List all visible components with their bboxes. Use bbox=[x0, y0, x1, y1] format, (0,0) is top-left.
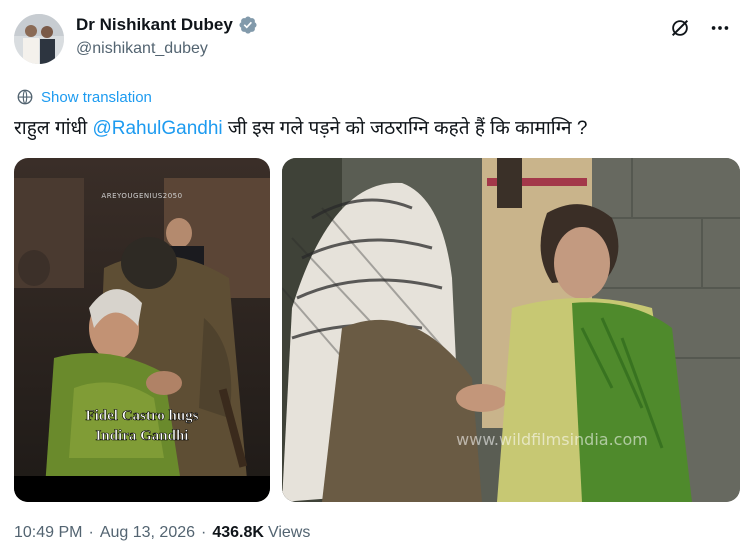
show-translation-label[interactable]: Show translation bbox=[41, 89, 152, 106]
tweet-meta: 10:49 PM · Aug 13, 2026 · 436.8K Views bbox=[14, 524, 310, 542]
media-image-1[interactable]: AREYOUGENIUS2050 Fidel Castro hugs Indir… bbox=[14, 158, 270, 502]
verified-badge-icon[interactable] bbox=[238, 15, 258, 35]
translate-globe-icon bbox=[17, 89, 33, 105]
tweet-text: राहुल गांधी @RahulGandhi जी इस गले पड़ने… bbox=[14, 116, 587, 142]
show-translation-link[interactable]: Show translation bbox=[16, 88, 152, 106]
tweet-header: Dr Nishikant Dubey @nishikant_dubey bbox=[14, 12, 740, 68]
views-count: 436.8K bbox=[212, 524, 264, 541]
handle[interactable]: @nishikant_dubey bbox=[76, 38, 258, 60]
image-caption-line-2: Indira Gandhi bbox=[96, 428, 189, 444]
tweet-text-prefix: राहुल गांधी bbox=[14, 118, 93, 139]
tweet-time[interactable]: 10:49 PM bbox=[14, 524, 82, 542]
top-actions bbox=[668, 16, 732, 40]
watermark-2: www.wildfilmsindia.com bbox=[456, 430, 648, 449]
separator-dot: · bbox=[88, 524, 94, 541]
avatar[interactable] bbox=[14, 14, 64, 64]
media-image-2[interactable]: www.wildfilmsindia.com bbox=[282, 158, 740, 502]
media-grid: AREYOUGENIUS2050 Fidel Castro hugs Indir… bbox=[14, 158, 740, 502]
separator-dot: · bbox=[201, 524, 207, 541]
image-caption-line-1: Fidel Castro hugs bbox=[85, 408, 198, 424]
tweet-date[interactable]: Aug 13, 2026 bbox=[100, 524, 195, 542]
watermark-1: AREYOUGENIUS2050 bbox=[101, 192, 182, 200]
grok-icon[interactable] bbox=[668, 16, 692, 40]
more-icon[interactable] bbox=[708, 16, 732, 40]
display-name-text[interactable]: Dr Nishikant Dubey bbox=[76, 14, 233, 36]
tweet-text-suffix: जी इस गले पड़ने को जठराग्नि कहते हैं कि … bbox=[222, 118, 588, 139]
display-name[interactable]: Dr Nishikant Dubey bbox=[76, 14, 258, 36]
views-label: Views bbox=[267, 524, 311, 541]
mention-link[interactable]: @RahulGandhi bbox=[92, 118, 222, 139]
author-block: Dr Nishikant Dubey @nishikant_dubey bbox=[76, 14, 258, 60]
